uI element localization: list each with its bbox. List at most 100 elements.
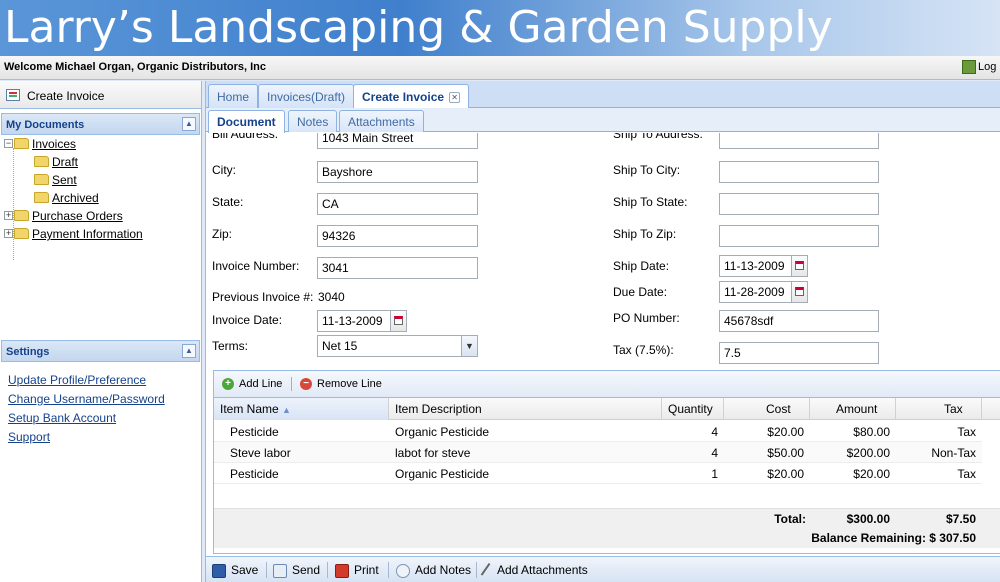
column-header-cost[interactable]: Cost [724, 398, 810, 420]
save-button[interactable]: Save [212, 563, 258, 578]
close-tab-icon[interactable]: ✕ [449, 92, 461, 103]
send-button[interactable]: Send [273, 563, 320, 578]
chevron-down-icon[interactable]: ▼ [461, 335, 478, 357]
cell-item-name: Pesticide [230, 467, 279, 481]
cell-item-name: Steve labor [230, 446, 291, 460]
total-label: Total: [774, 512, 806, 526]
folder-icon [14, 228, 29, 240]
calendar-icon[interactable] [791, 255, 808, 277]
settings-header: Settings ▲ [1, 340, 200, 362]
settings-links: Update Profile/Preference Change Usernam… [8, 373, 165, 449]
welcome-text: Welcome Michael Organ, Organic Distribut… [4, 61, 267, 73]
column-header-quantity[interactable]: Quantity [662, 398, 724, 420]
ship-zip-input[interactable] [719, 225, 879, 247]
remove-line-button[interactable]: − Remove Line [300, 378, 382, 391]
ship-city-label: Ship To City: [613, 163, 681, 177]
ship-address-input[interactable] [719, 133, 879, 149]
ship-city-input[interactable] [719, 161, 879, 183]
welcome-bar: Welcome Michael Organ, Organic Distribut… [0, 56, 1000, 80]
app-title: Larry’s Landscaping & Garden Supply [4, 2, 833, 53]
add-attachments-button[interactable]: Add Attachments [480, 562, 588, 579]
zip-input[interactable] [317, 225, 478, 247]
column-label: Amount [836, 402, 878, 416]
column-label: Cost [766, 402, 791, 416]
table-row[interactable]: Pesticide Organic Pesticide 4 $20.00 $80… [214, 421, 982, 442]
collapse-icon[interactable]: ▲ [182, 117, 196, 131]
grid-toolbar: + Add Line − Remove Line [214, 371, 1000, 398]
state-input[interactable] [317, 193, 478, 215]
tax-label: Tax (7.5%): [613, 343, 674, 357]
collapse-toggle-icon[interactable]: − [4, 139, 13, 149]
due-date-input[interactable] [719, 281, 792, 303]
terms-select[interactable] [317, 335, 462, 357]
subtab-attachments[interactable]: Attachments [339, 110, 424, 132]
settings-link-update-profile[interactable]: Update Profile/Preference [8, 373, 165, 392]
tree-label: Draft [52, 154, 79, 169]
invoice-number-label: Invoice Number: [212, 259, 300, 273]
column-header-item-name[interactable]: Item Name ▲ [214, 398, 389, 420]
column-header-tax[interactable]: Tax [896, 398, 982, 420]
folder-open-icon [14, 138, 29, 150]
add-notes-label: Add Notes [415, 563, 472, 577]
total-amount: $300.00 [846, 512, 890, 526]
subtab-document[interactable]: Document [208, 110, 285, 133]
expand-toggle-icon[interactable]: + [4, 211, 13, 221]
table-row[interactable]: Steve labor labot for steve 4 $50.00 $20… [214, 442, 982, 463]
tab-home[interactable]: Home [208, 84, 259, 108]
subtab-strip: Document Notes Attachments [206, 108, 1000, 133]
pdf-icon [335, 563, 349, 578]
cell-item-description: Organic Pesticide [395, 467, 490, 481]
tab-strip: Home Invoices(Draft) Create Invoice ✕ [206, 81, 1000, 109]
add-notes-button[interactable]: Add Notes [396, 563, 471, 578]
tree-node-archived[interactable]: Archived [34, 190, 99, 208]
invoice-form: Bill Address: City: State: Zip: Invoice … [206, 133, 1000, 369]
tree-node-payment-information[interactable]: + Payment Information [4, 226, 143, 244]
invoice-number-input[interactable] [317, 257, 478, 279]
tree-label: Sent [52, 172, 77, 187]
column-header-item-description[interactable]: Item Description [389, 398, 662, 420]
subtab-notes[interactable]: Notes [288, 110, 338, 132]
tree-node-sent[interactable]: Sent [34, 172, 77, 190]
main-area: Home Invoices(Draft) Create Invoice ✕ Doc… [205, 81, 1000, 582]
ship-state-label: Ship To State: [613, 195, 688, 209]
tree-node-invoices[interactable]: − Invoices [4, 136, 76, 154]
tree-node-draft[interactable]: Draft [34, 154, 78, 172]
cell-tax: Tax [957, 467, 976, 481]
tree-node-purchase-orders[interactable]: + Purchase Orders [4, 208, 123, 226]
app-header: Larry’s Landscaping & Garden Supply [0, 0, 1000, 56]
cell-item-name: Pesticide [230, 425, 279, 439]
table-row[interactable]: Pesticide Organic Pesticide 1 $20.00 $20… [214, 463, 982, 484]
add-line-label: Add Line [239, 378, 283, 390]
ship-state-input[interactable] [719, 193, 879, 215]
city-input[interactable] [317, 161, 478, 183]
settings-link-support[interactable]: Support [8, 430, 165, 449]
settings-link-setup-bank[interactable]: Setup Bank Account [8, 411, 165, 430]
tab-invoices-draft[interactable]: Invoices(Draft) [258, 84, 355, 108]
calendar-icon[interactable] [791, 281, 808, 303]
po-number-input[interactable] [719, 310, 879, 332]
toolbar-separator [476, 562, 477, 578]
expand-toggle-icon[interactable]: + [4, 229, 13, 239]
create-invoice-button[interactable]: Create Invoice [0, 81, 201, 109]
settings-link-change-username[interactable]: Change Username/Password [8, 392, 165, 411]
logout-link[interactable]: Log [962, 60, 996, 74]
collapse-icon[interactable]: ▲ [182, 344, 196, 358]
due-date-label: Due Date: [613, 285, 668, 299]
ship-date-label: Ship Date: [613, 259, 670, 273]
my-documents-header: My Documents ▲ [1, 113, 200, 135]
print-button[interactable]: Print [335, 563, 379, 578]
column-header-amount[interactable]: Amount [810, 398, 896, 420]
send-icon [273, 563, 287, 578]
add-line-button[interactable]: + Add Line [222, 378, 283, 391]
cell-item-description: Organic Pesticide [395, 425, 490, 439]
folder-icon [34, 156, 49, 168]
cell-amount: $20.00 [853, 467, 890, 481]
invoice-date-input[interactable] [317, 310, 391, 332]
folder-icon [14, 210, 29, 222]
bill-address-input[interactable] [317, 133, 478, 149]
tab-label: Create Invoice [362, 90, 445, 104]
tax-input[interactable] [719, 342, 879, 364]
ship-date-input[interactable] [719, 255, 792, 277]
calendar-icon[interactable] [390, 310, 407, 332]
tab-create-invoice[interactable]: Create Invoice ✕ [353, 84, 470, 109]
